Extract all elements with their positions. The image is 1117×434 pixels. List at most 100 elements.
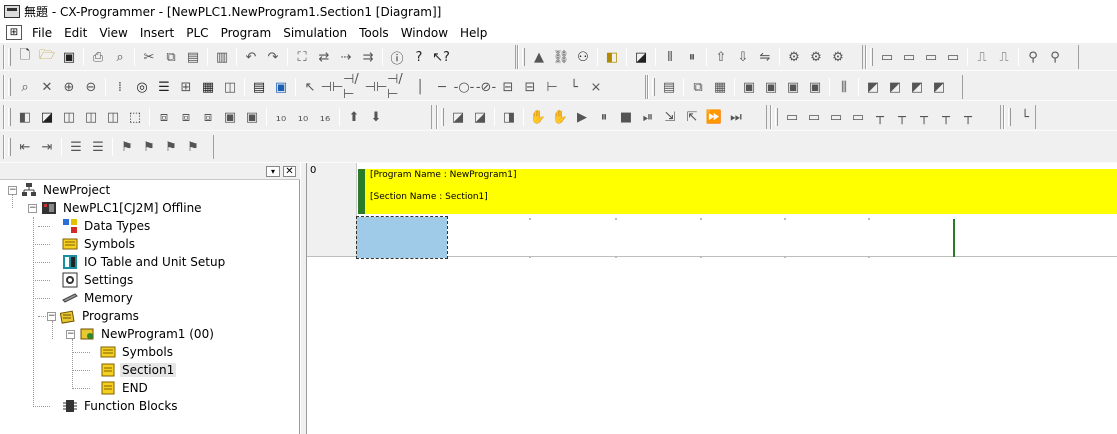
- toggle-view-icon[interactable]: ⊞: [175, 76, 197, 98]
- st-1-icon[interactable]: ▭: [781, 106, 803, 128]
- watch-icon[interactable]: ⚲: [1022, 46, 1044, 68]
- tree-item-data-types[interactable]: Data Types: [62, 217, 152, 235]
- timechart-icon[interactable]: ⎍: [971, 46, 993, 68]
- collapse-icon[interactable]: −: [8, 185, 17, 195]
- st-6-icon[interactable]: ┬: [891, 106, 913, 128]
- compile-icon[interactable]: ◪: [630, 46, 652, 68]
- reset-icon[interactable]: ▣: [760, 76, 782, 98]
- st-8-icon[interactable]: ┬: [935, 106, 957, 128]
- cross-ref-icon[interactable]: ✕: [36, 76, 58, 98]
- tree-item-program[interactable]: − NewProgram1 (00): [66, 325, 216, 343]
- select-icon[interactable]: ↖: [299, 76, 321, 98]
- line-delete-icon[interactable]: ⨯: [585, 76, 607, 98]
- bookmark-next-icon[interactable]: ⚑: [138, 136, 160, 158]
- menu-insert[interactable]: Insert: [134, 23, 180, 43]
- menu-edit[interactable]: Edit: [58, 23, 93, 43]
- paste-icon[interactable]: ▤: [182, 46, 204, 68]
- mnemonic-view-icon[interactable]: ▭: [898, 46, 920, 68]
- clipboard-icon[interactable]: ▥: [211, 46, 233, 68]
- step-icon[interactable]: ⏯: [637, 106, 659, 128]
- chevron-down-icon[interactable]: ▾: [266, 166, 280, 177]
- error-log-icon[interactable]: ▣: [241, 106, 263, 128]
- fast-forward-icon[interactable]: ⏩: [703, 106, 725, 128]
- force-cancel-icon[interactable]: ▣: [804, 76, 826, 98]
- toolbar-grip[interactable]: [775, 108, 778, 126]
- contact-or-icon[interactable]: ⊣⊢: [365, 76, 388, 98]
- contact-nc-icon[interactable]: ⊣/⊢: [343, 72, 365, 102]
- io-comment-icon[interactable]: ▤: [658, 76, 680, 98]
- monitor-icon[interactable]: ⚇: [572, 46, 594, 68]
- properties-icon[interactable]: ⬚: [124, 106, 146, 128]
- replace-all-icon[interactable]: ⇉: [357, 46, 379, 68]
- toolbar-grip[interactable]: [870, 48, 873, 66]
- menu-plc[interactable]: PLC: [180, 23, 214, 43]
- coil-icon[interactable]: -○-: [453, 76, 475, 98]
- pause-icon[interactable]: ⏸: [681, 46, 703, 68]
- st-5-icon[interactable]: ┬: [869, 106, 891, 128]
- tree-item-settings[interactable]: Settings: [62, 271, 135, 289]
- wave-icon[interactable]: ⎍: [993, 46, 1015, 68]
- copy-icon[interactable]: ⧉: [160, 46, 182, 68]
- window-1-icon[interactable]: ◩: [862, 76, 884, 98]
- pt-contact-icon[interactable]: ⊢: [541, 76, 563, 98]
- transfer-to-plc-icon[interactable]: ⇧: [710, 46, 732, 68]
- tree-item-io-table[interactable]: IO Table and Unit Setup: [62, 253, 227, 271]
- st-view-icon[interactable]: ▭: [920, 46, 942, 68]
- st-4-icon[interactable]: ▭: [847, 106, 869, 128]
- monitor-window-icon[interactable]: ◫: [219, 76, 241, 98]
- replace-icon[interactable]: ⇄: [313, 46, 335, 68]
- bookmark-clear-icon[interactable]: ⚑: [182, 136, 204, 158]
- connect-line-icon[interactable]: └: [1014, 106, 1036, 128]
- breakpoint-icon[interactable]: ✋: [527, 106, 549, 128]
- context-help-icon[interactable]: ↖?: [430, 46, 452, 68]
- toolbar-grip[interactable]: [8, 138, 11, 156]
- document-system-icon[interactable]: ⊞: [6, 25, 22, 40]
- breakpoint-clear-icon[interactable]: ✋: [549, 106, 571, 128]
- project-window-icon[interactable]: ◧: [14, 106, 36, 128]
- step-end-icon[interactable]: ⏭: [725, 106, 747, 128]
- memory-view-icon[interactable]: ▣: [219, 106, 241, 128]
- find-icon[interactable]: ⛶: [291, 46, 313, 68]
- tree-item-memory[interactable]: Memory: [62, 289, 135, 307]
- close-icon[interactable]: ✕: [283, 166, 296, 177]
- contact-or-nc-icon[interactable]: ⊣/⊢: [387, 72, 409, 102]
- ct-icon[interactable]: ▣: [270, 76, 292, 98]
- menu-window[interactable]: Window: [395, 23, 454, 43]
- toolbar-grip[interactable]: [8, 78, 11, 96]
- decimal-icon[interactable]: ₁₀: [292, 106, 314, 128]
- redo-icon[interactable]: ↷: [262, 46, 284, 68]
- debug-mode-icon[interactable]: ⚙: [805, 46, 827, 68]
- new-icon[interactable]: 🗋: [14, 46, 36, 68]
- monitor-mode-icon[interactable]: ⚙: [827, 46, 849, 68]
- tree-item-programs[interactable]: − Programs: [47, 307, 141, 325]
- undo-icon[interactable]: ↶: [240, 46, 262, 68]
- st-2-icon[interactable]: ▭: [803, 106, 825, 128]
- rung-comment-icon[interactable]: ☰: [153, 76, 175, 98]
- io-table-icon[interactable]: ⧈: [175, 106, 197, 128]
- toolbar-grip[interactable]: [441, 108, 444, 126]
- tree-item-section[interactable]: Section1: [100, 361, 177, 379]
- export-icon[interactable]: ⬇: [365, 106, 387, 128]
- play-icon[interactable]: ▶: [571, 106, 593, 128]
- stop-icon[interactable]: ■: [615, 106, 637, 128]
- sfc-view-icon[interactable]: ▭: [942, 46, 964, 68]
- collapse-icon[interactable]: −: [28, 203, 37, 213]
- indent-right-icon[interactable]: ⇥: [36, 136, 58, 158]
- menu-view[interactable]: View: [93, 23, 133, 43]
- symbols-table-icon[interactable]: ⧈: [153, 106, 175, 128]
- pause-sim-icon[interactable]: ⏸: [593, 106, 615, 128]
- tree-item-function-blocks[interactable]: Function Blocks: [62, 397, 180, 415]
- binary-icon[interactable]: ₁₀: [270, 106, 292, 128]
- sim-window-2-icon[interactable]: ◪: [469, 106, 491, 128]
- table-view-icon[interactable]: ▦: [197, 76, 219, 98]
- collapse-icon[interactable]: −: [47, 311, 56, 321]
- plc-setup-icon[interactable]: ⧈: [197, 106, 219, 128]
- window-4-icon[interactable]: ◩: [928, 76, 950, 98]
- zoom-icon[interactable]: ⌕: [14, 76, 36, 98]
- help-icon[interactable]: ?: [408, 46, 430, 68]
- online-edit-icon[interactable]: ◧: [601, 46, 623, 68]
- toolbar-grip[interactable]: [8, 48, 11, 66]
- tree-item-plc[interactable]: − NewPLC1[CJ2M] Offline: [28, 199, 204, 217]
- coil-nc-icon[interactable]: -⊘-: [475, 76, 497, 98]
- transfer-from-plc-icon[interactable]: ⇩: [732, 46, 754, 68]
